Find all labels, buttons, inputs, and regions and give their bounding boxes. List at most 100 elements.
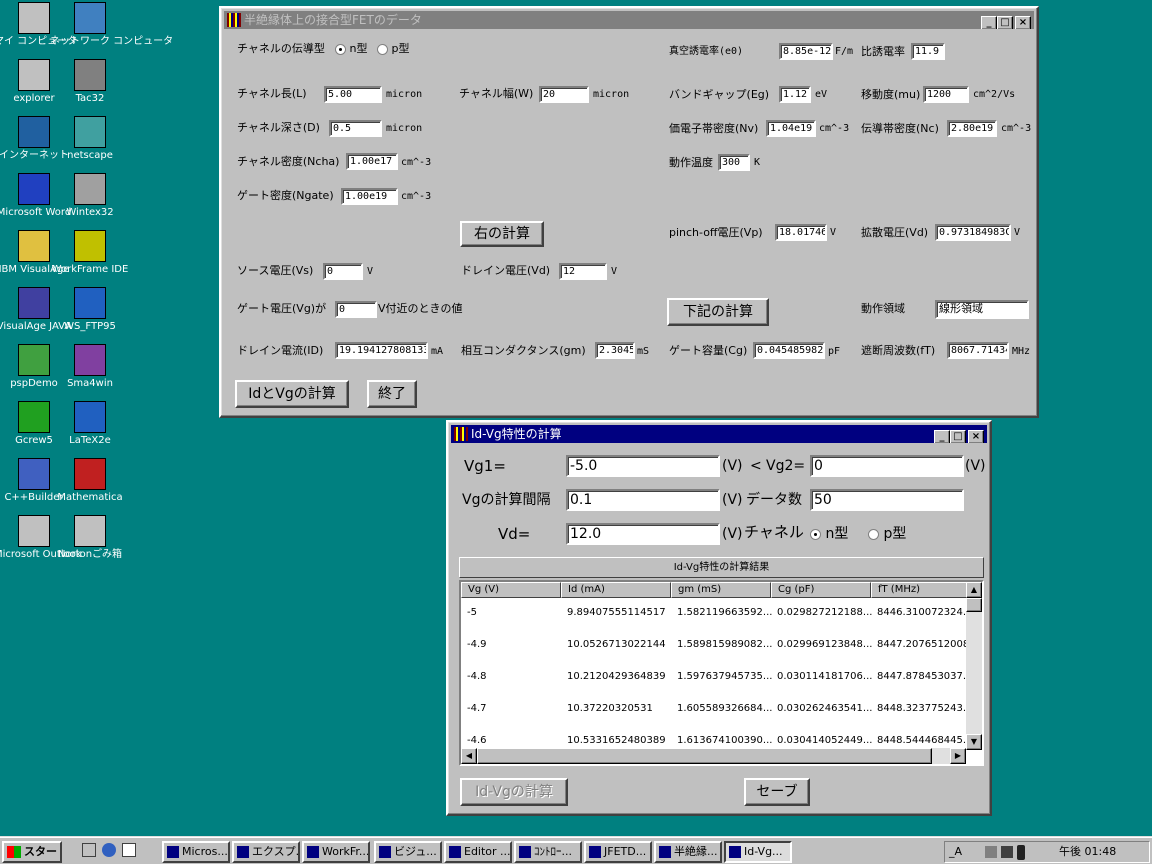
horizontal-scrollbar[interactable]: ◀ ▶ [461,748,966,764]
table-row[interactable]: -4.8 10.2120429364839 1.597637945735... 0.0… [461,662,971,694]
Ngate-unit: cm^-3 [401,191,432,202]
results-table[interactable]: Vg (V) Id (mA) gm (mS) Cg (pF) fT (MHz) -5 9.… [459,580,984,766]
task-button[interactable]: ｺﾝﾄﾛｰ... [514,841,582,863]
column-header[interactable]: Vg (V) [461,582,561,598]
table-cell: 1.605589326684... [677,703,773,714]
cppbuilder-icon [18,458,50,490]
desktop-icon-ftp[interactable]: WS_FTP95 [58,287,122,332]
ime-indicator[interactable]: _A [949,844,962,860]
calc-idvg-button[interactable]: Id-Vgの計算 [460,778,568,806]
desktop-icon-netscape[interactable]: netscape [58,116,122,161]
exit-button[interactable]: 終了 [367,380,417,408]
tray-app-icon[interactable] [985,846,997,858]
tray-signal-icon[interactable] [1017,845,1025,860]
desktop-icon-latex[interactable]: LaTeX2e [58,401,122,446]
column-header[interactable]: fT (MHz) [871,582,971,598]
maximize-button[interactable]: □ [950,430,966,443]
desktop-icon-workframe[interactable]: WorkFrame IDE [52,230,128,275]
Vp-input[interactable]: 18.01746 [775,224,827,241]
scroll-right-icon[interactable]: ▶ [950,748,966,764]
er-input[interactable]: 11.9 [911,43,945,60]
vg2-input[interactable]: 0 [810,455,964,477]
step-label: Vgの計算間隔 [462,492,551,508]
start-button[interactable]: スタート [2,841,62,863]
table-row[interactable]: -5 9.89407555114517 1.582119663592... 0.029… [461,598,971,630]
n-type-radio[interactable]: n型 [335,41,367,57]
p-type-radio[interactable]: p型 [377,41,409,57]
table-row[interactable]: -4.6 10.5331652480389 1.613674100390... 0.0… [461,726,971,750]
scroll-down-icon[interactable]: ▼ [966,734,982,750]
column-header[interactable]: Cg (pF) [771,582,871,598]
maximize-button[interactable]: □ [997,16,1013,29]
Vg-input[interactable]: 0 [335,301,377,318]
step-input[interactable]: 0.1 [566,489,720,511]
scroll-up-icon[interactable]: ▲ [966,582,982,598]
calc-idvg-button[interactable]: IdとVgの計算 [235,380,349,408]
vertical-scrollbar[interactable]: ▲ ▼ [966,582,982,750]
task-button[interactable]: JFETD... [584,841,652,863]
p-type-radio[interactable]: p型 [868,524,906,544]
desktop-quick-icon[interactable] [82,843,96,857]
desktop-icon-wintex[interactable]: Wintex32 [58,173,122,218]
ie-quick-icon[interactable] [102,843,116,857]
clock[interactable]: 午後 01:48 [1059,844,1116,860]
idvg-window-titlebar[interactable]: Id-Vg特性の計算 _ □ × [451,425,987,443]
gm-output[interactable]: 2.3045 [595,342,635,359]
calc-below-button[interactable]: 下記の計算 [667,298,769,326]
Vs-input[interactable]: 0 [323,263,363,280]
Ngate-input[interactable]: 1.00e19 [341,188,398,205]
task-button[interactable]: WorkFr... [302,841,370,863]
minimize-button[interactable]: _ [981,16,997,29]
tray-monitor-icon[interactable] [1001,846,1013,858]
ID-output[interactable]: 19.194127808133 [335,342,428,359]
Ncha-unit: cm^-3 [401,157,432,168]
task-button[interactable]: ビジュ... [374,841,442,863]
taskbar: スタート Micros...エクスプ...WorkFr...ビジュ...Edit… [0,836,1152,864]
task-button[interactable]: Editor ... [444,841,512,863]
table-cell: -4.9 [467,639,487,650]
e0-input[interactable]: 8.85e-12 [779,43,833,60]
fT-output[interactable]: 8067.71434 [947,342,1009,359]
table-row[interactable]: -4.7 10.37220320531 1.605589326684... 0.030… [461,694,971,726]
count-input[interactable]: 50 [810,489,964,511]
Nv-input[interactable]: 1.04e19 [766,120,816,137]
n-type-radio[interactable]: n型 [810,524,848,544]
region-output[interactable]: 線形領域 [935,300,1029,319]
vd-input[interactable]: 12.0 [566,523,720,545]
vg1-input[interactable]: -5.0 [566,455,720,477]
Nc-input[interactable]: 2.80e19 [947,120,997,137]
task-app-icon [167,846,179,858]
fet-window-titlebar[interactable]: 半絶縁体上の接合型FETのデータ _ □ × [224,11,1034,29]
table-row[interactable]: -4.9 10.0526713022144 1.589815989082... 0.0… [461,630,971,662]
column-header[interactable]: Id (mA) [561,582,671,598]
task-button[interactable]: エクスプ... [232,841,300,863]
desktop-icon-mathematica[interactable]: Mathematica [57,458,123,503]
desktop-icon-sma4win[interactable]: Sma4win [58,344,122,389]
desktop-icon-tac32[interactable]: Tac32 [58,59,122,104]
channels-quick-icon[interactable] [122,843,136,857]
Ncha-input[interactable]: 1.00e17 [346,153,398,170]
T-input[interactable]: 300 [718,154,750,171]
scroll-left-icon[interactable]: ◀ [461,748,477,764]
W-input[interactable]: 20 [539,86,589,103]
save-button[interactable]: セーブ [744,778,810,806]
Vdiff-input[interactable]: 0.973184983C [935,224,1011,241]
task-button[interactable]: Micros... [162,841,230,863]
D-input[interactable]: 0.5 [329,120,382,137]
close-button[interactable]: × [968,430,984,443]
close-button[interactable]: × [1015,16,1031,29]
scroll-thumb[interactable] [966,598,982,612]
hscroll-thumb[interactable] [477,748,932,764]
desktop-icon-recycle[interactable]: Nortonごみ箱 [58,515,122,560]
Eg-input[interactable]: 1.12 [779,86,811,103]
calc-right-button[interactable]: 右の計算 [460,221,544,247]
mu-input[interactable]: 1200 [923,86,969,103]
task-button[interactable]: Id-Vg... [724,841,792,863]
task-button[interactable]: 半絶縁... [654,841,722,863]
Vdrain-input[interactable]: 12 [559,263,607,280]
L-input[interactable]: 5.00 [324,86,382,103]
column-header[interactable]: gm (mS) [671,582,771,598]
desktop-icon-network[interactable]: ネットワーク コンピュータ [50,2,173,47]
Cg-output[interactable]: 0.045485982 [753,342,825,359]
minimize-button[interactable]: _ [934,430,950,443]
